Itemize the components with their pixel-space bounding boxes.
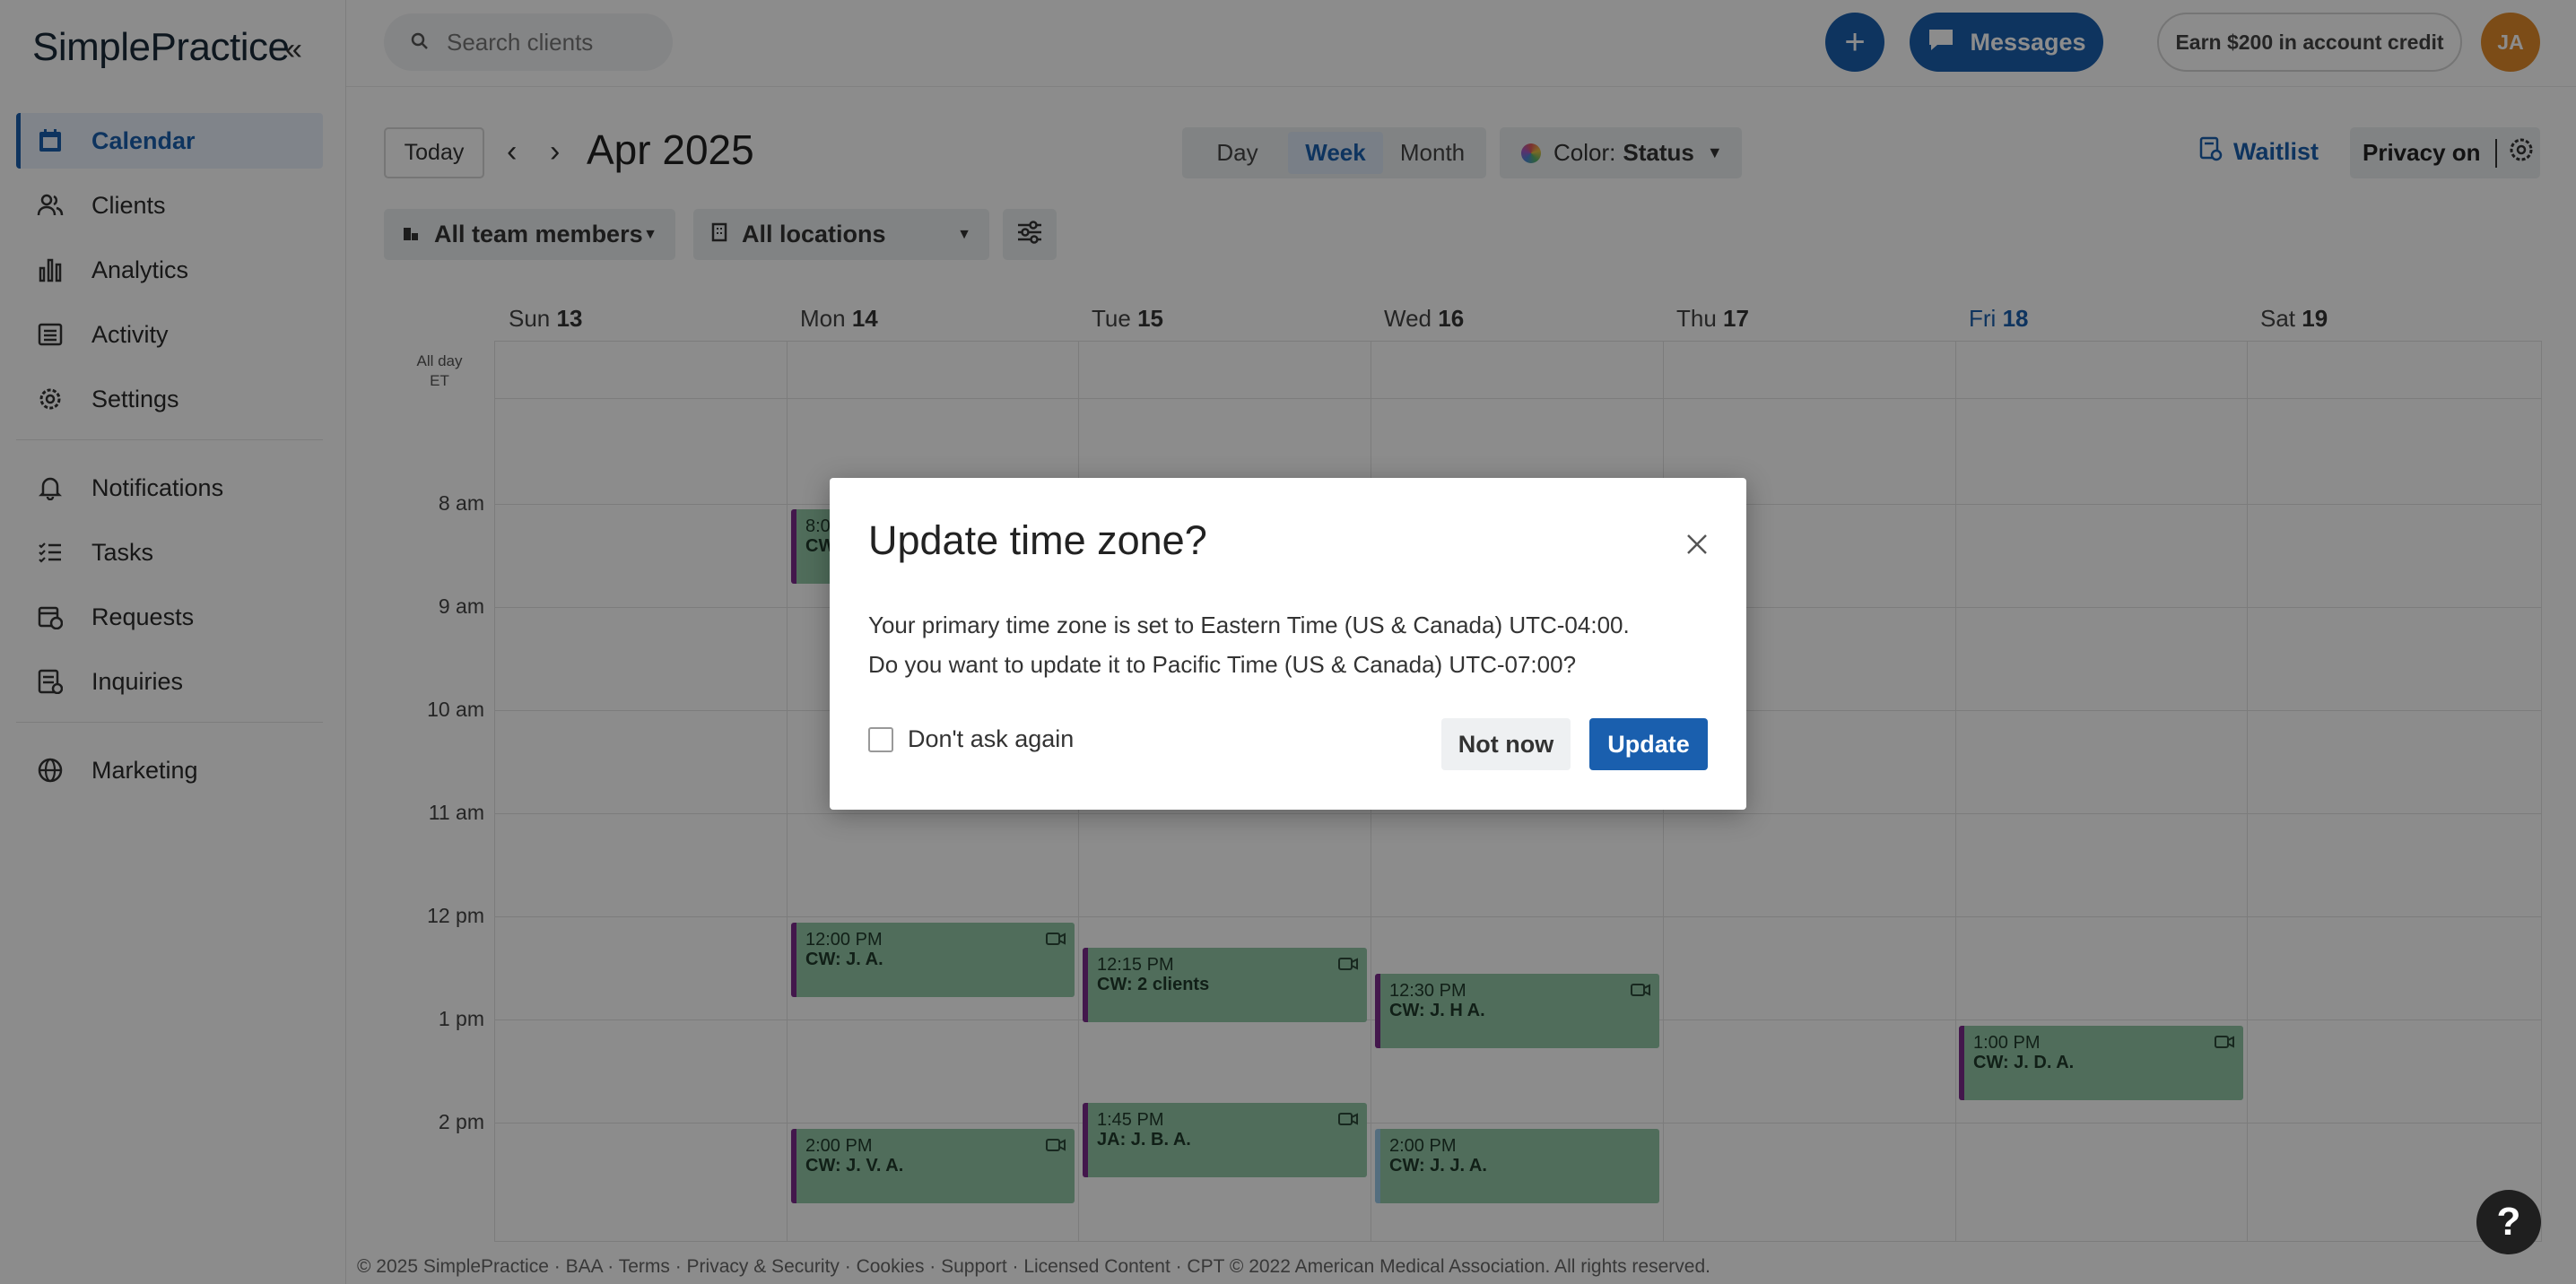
dialog-title: Update time zone? [868, 517, 1207, 563]
close-icon[interactable] [1685, 526, 1709, 564]
checkbox-label: Don't ask again [908, 725, 1075, 752]
dialog-line-2: Do you want to update it to Pacific Time… [868, 651, 1577, 678]
checkbox-box[interactable] [868, 726, 893, 752]
dialog-message: Your primary time zone is set to Eastern… [868, 605, 1630, 684]
help-button[interactable]: ? [2476, 1190, 2541, 1254]
not-now-button[interactable]: Not now [1441, 718, 1571, 770]
timezone-dialog: Update time zone? Your primary time zone… [830, 478, 1746, 810]
dont-ask-again-checkbox[interactable]: Don't ask again [868, 725, 1074, 753]
dialog-line-1: Your primary time zone is set to Eastern… [868, 612, 1630, 638]
update-button[interactable]: Update [1589, 718, 1708, 770]
